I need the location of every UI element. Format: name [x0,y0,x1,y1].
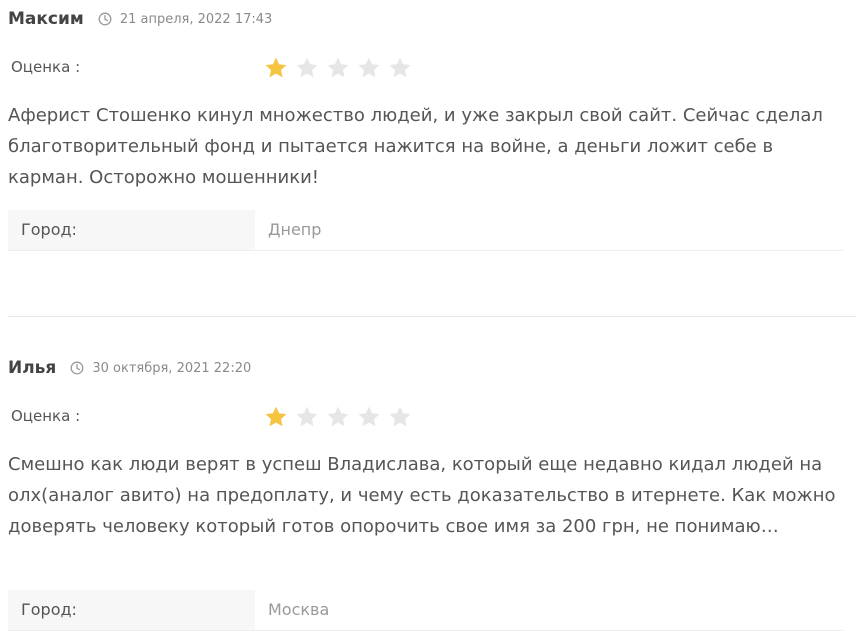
review-date: 30 октября, 2021 22:20 [92,360,252,376]
clock-icon [98,12,112,26]
review-divider [8,316,856,317]
city-field: Город: Днепр [8,210,843,251]
review-text: Аферист Стошенко кинул множество людей, … [8,105,823,188]
star-empty-icon [388,56,412,80]
star-filled-icon [264,56,288,80]
star-empty-icon [388,405,412,429]
city-label: Город: [8,590,255,630]
city-value: Днепр [268,220,322,239]
clock-icon [70,361,84,375]
rating-stars [264,56,419,80]
review-header: Илья 30 октября, 2021 22:20 [8,356,251,380]
city-label: Город: [8,210,255,250]
star-empty-icon [357,56,381,80]
rating-label: Оценка : [11,407,81,425]
star-empty-icon [326,56,350,80]
review-date: 21 апреля, 2022 17:43 [119,11,273,27]
review-author: Илья [8,358,57,378]
star-empty-icon [295,56,319,80]
city-field: Город: Москва [8,590,843,631]
review-author: Максим [8,9,84,29]
city-value: Москва [268,600,330,619]
star-filled-icon [264,405,288,429]
rating-stars [264,405,419,429]
star-empty-icon [295,405,319,429]
star-empty-icon [357,405,381,429]
review-header: Максим 21 апреля, 2022 17:43 [8,7,272,31]
rating-row: Оценка : [8,405,428,431]
star-empty-icon [326,405,350,429]
rating-row: Оценка : [8,56,428,82]
review-text: Смешно как люди верят в успеш Владислава… [8,454,836,537]
rating-label: Оценка : [11,58,81,76]
